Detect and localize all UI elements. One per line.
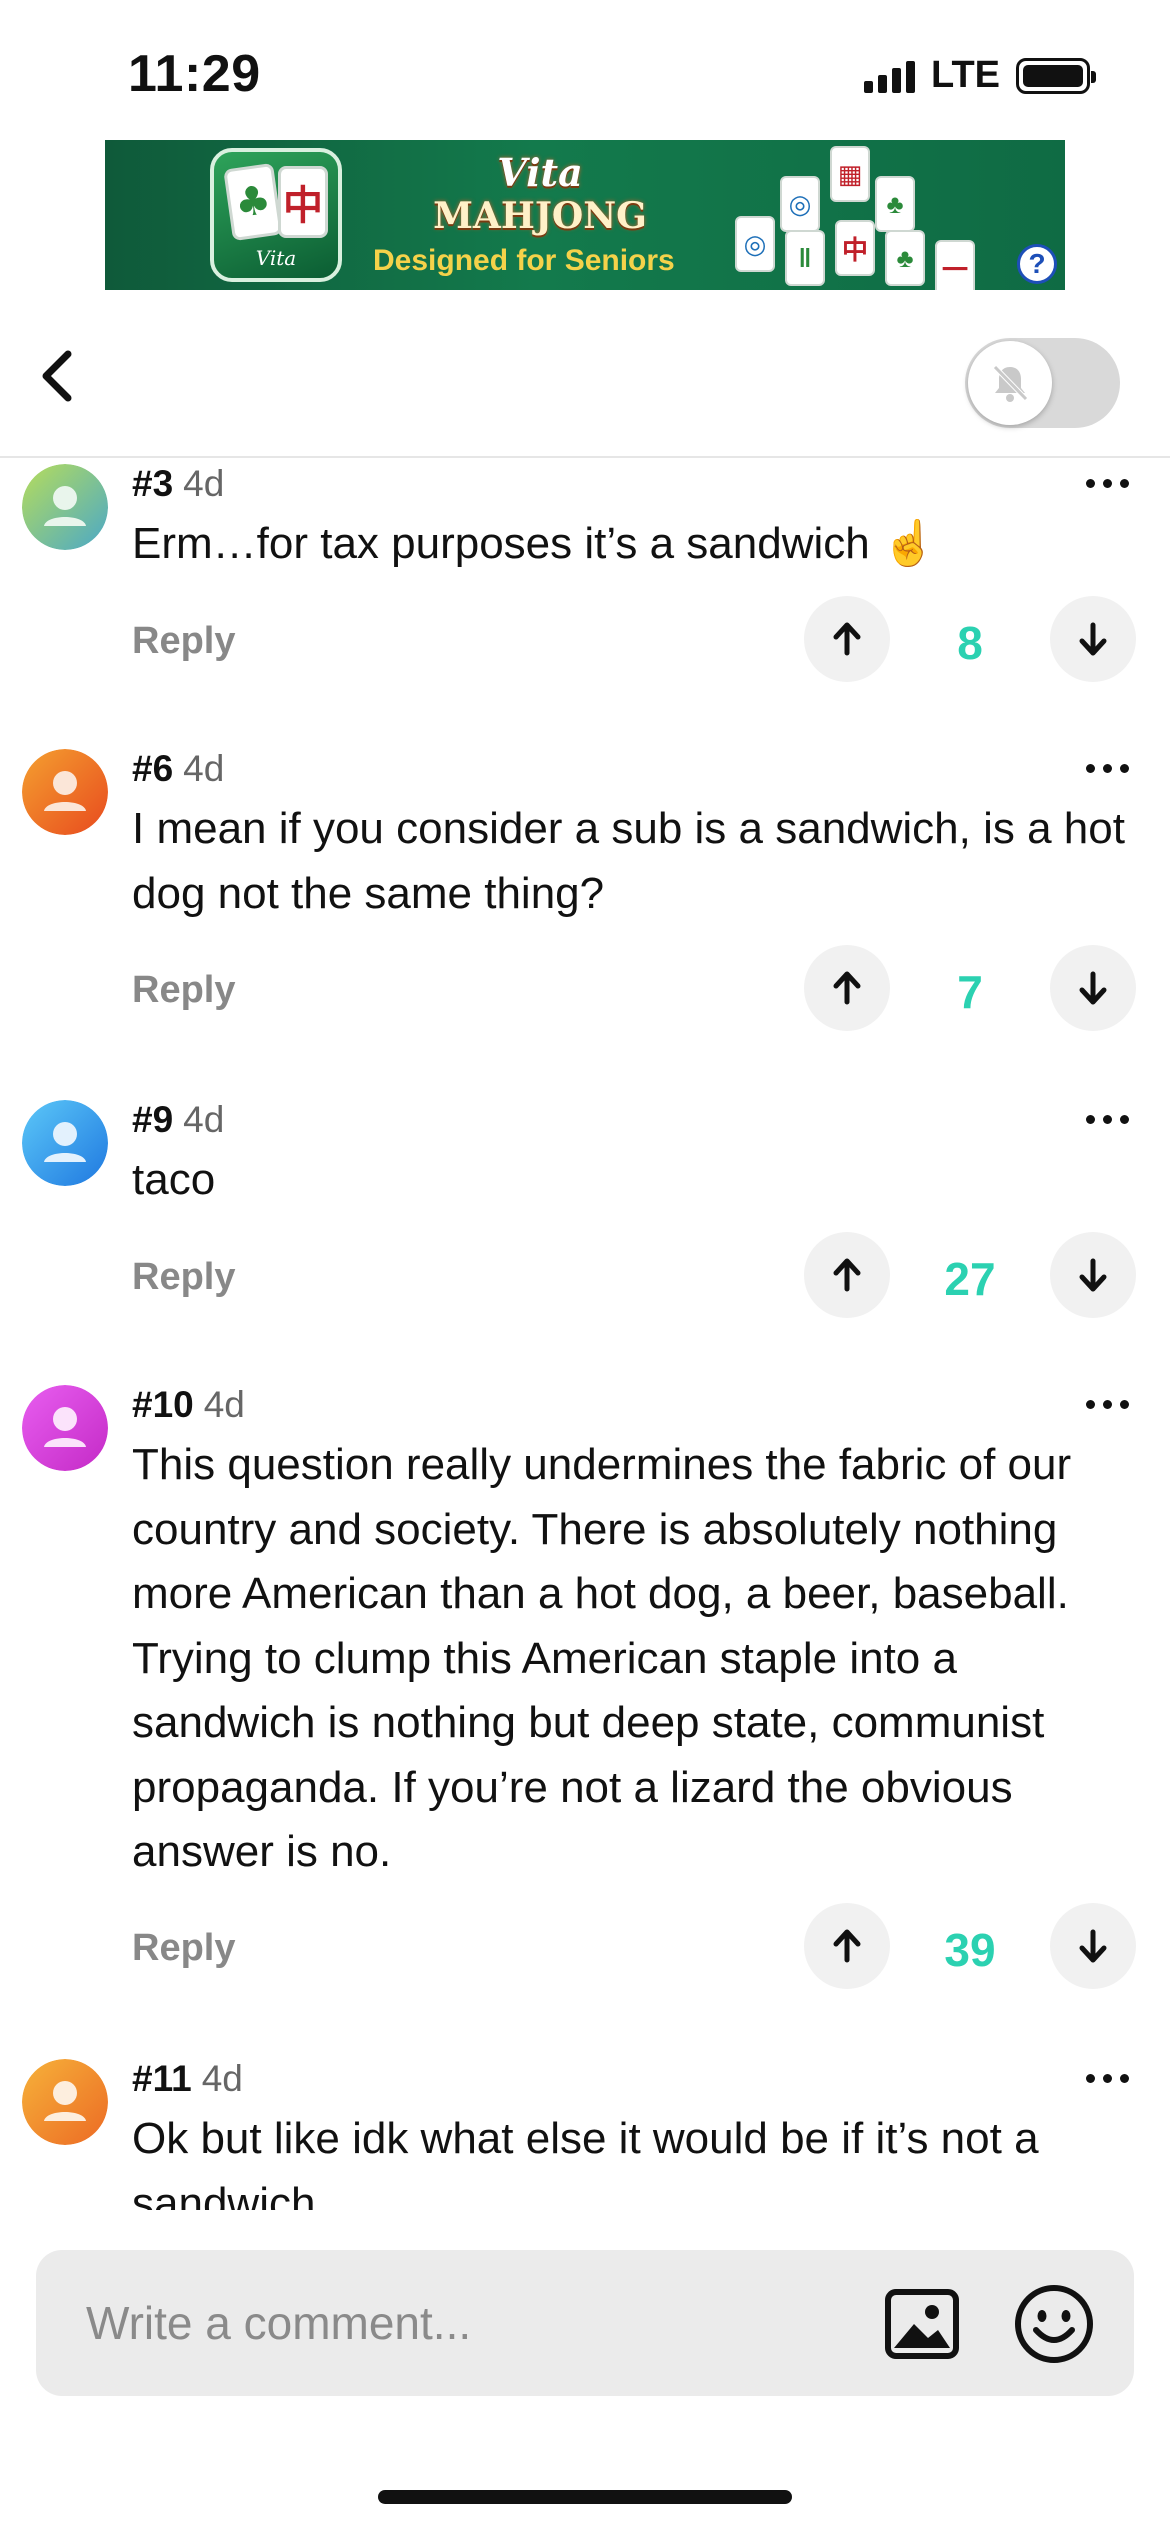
comment-age: 4d — [183, 1099, 225, 1140]
top-nav — [0, 290, 1170, 458]
ad-title-line1: Vita — [497, 150, 583, 195]
avatar[interactable] — [22, 1385, 108, 1471]
more-options-icon[interactable] — [1086, 468, 1136, 498]
vote-count: 7 — [957, 966, 983, 1018]
comment-age: 4d — [183, 748, 225, 789]
more-options-icon[interactable] — [1086, 2063, 1136, 2093]
avatar[interactable] — [22, 1100, 108, 1186]
reply-button[interactable]: Reply — [132, 1256, 235, 1299]
comment-text: taco — [132, 1155, 216, 1204]
comment-text: Ok but like idk what else it would be if… — [132, 2114, 1039, 2210]
avatar[interactable] — [22, 749, 108, 835]
comment-text: This question really undermines the fabr… — [132, 1440, 1072, 1876]
tile-icon: ♣ — [875, 176, 915, 232]
ad-subtitle: Designed for Seniors — [373, 244, 675, 277]
reply-button[interactable]: Reply — [132, 620, 235, 663]
avatar[interactable] — [22, 2059, 108, 2145]
downvote-icon[interactable] — [1050, 945, 1136, 1031]
chevron-left-icon[interactable] — [30, 346, 90, 406]
tile-icon: ◎ — [780, 176, 820, 232]
comment-composer — [0, 2210, 1170, 2532]
status-time: 11:29 — [128, 45, 261, 103]
comment-input[interactable] — [86, 2290, 866, 2356]
reply-button[interactable]: Reply — [132, 969, 235, 1012]
downvote-icon[interactable] — [1050, 1232, 1136, 1318]
comment-number: #6 — [132, 748, 174, 789]
home-indicator[interactable] — [378, 2490, 792, 2504]
comment-item: #11 4d Ok but like idk what else it would… — [0, 2053, 1170, 2210]
status-icons: LTE — [864, 54, 1096, 97]
notification-toggle[interactable] — [965, 338, 1120, 428]
comment-meta: #6 4d — [132, 747, 224, 791]
comment-list[interactable]: #3 4d Erm…for tax purposes it’s a sandwic… — [0, 458, 1170, 2210]
mahjong-tile-icon: 中 — [278, 166, 328, 238]
ad-help-icon[interactable]: ? — [1017, 244, 1057, 284]
network-label: LTE — [931, 54, 1000, 96]
tile-icon: 一 — [935, 240, 975, 290]
comment-item: #10 4d This question really undermines th… — [0, 1379, 1170, 2019]
vote-count: 27 — [944, 1253, 996, 1305]
mahjong-tiles-graphic: ▦ ◎ ♣ ◎ ‖ 中 ♣ 一 — [725, 140, 995, 290]
downvote-icon[interactable] — [1050, 596, 1136, 682]
battery-icon — [1016, 57, 1096, 94]
comment-number: #3 — [132, 463, 174, 504]
comment-item: #6 4d I mean if you consider a sub is a s… — [0, 743, 1170, 1063]
tile-icon: ♣ — [885, 230, 925, 286]
vote-count: 8 — [957, 617, 983, 669]
comment-item: #3 4d Erm…for tax purposes it’s a sandwic… — [0, 458, 1170, 718]
status-bar: 11:29 LTE — [0, 0, 1170, 140]
comment-age: 4d — [183, 463, 225, 504]
upvote-icon[interactable] — [804, 1903, 890, 1989]
comment-age: 4d — [201, 2058, 243, 2099]
comment-meta: #11 4d — [132, 2057, 243, 2101]
bell-slash-icon — [968, 341, 1052, 425]
smiley-icon[interactable] — [1012, 2282, 1096, 2366]
ad-title-line2: MAHJONG — [433, 195, 647, 237]
comment-number: #11 — [132, 2058, 192, 2099]
upvote-icon[interactable] — [804, 1232, 890, 1318]
downvote-icon[interactable] — [1050, 1903, 1136, 1989]
mahjong-tile-icon: ♣ — [223, 162, 283, 242]
comment-text: I mean if you consider a sub is a sandwi… — [132, 804, 1125, 918]
comment-meta: #10 4d — [132, 1383, 245, 1427]
comment-number: #9 — [132, 1099, 174, 1140]
tile-icon: 中 — [835, 220, 875, 276]
more-options-icon[interactable] — [1086, 753, 1136, 783]
image-icon[interactable] — [882, 2284, 962, 2364]
comment-text: Erm…for tax purposes it’s a sandwich ☝️ — [132, 519, 937, 568]
comment-number: #10 — [132, 1384, 194, 1425]
comment-item: #9 4d taco Reply 27 — [0, 1094, 1170, 1354]
upvote-icon[interactable] — [804, 596, 890, 682]
tile-icon: ◎ — [735, 216, 775, 272]
upvote-icon[interactable] — [804, 945, 890, 1031]
comment-meta: #9 4d — [132, 1098, 224, 1142]
tile-icon: ‖ — [785, 230, 825, 286]
vote-count: 39 — [944, 1924, 996, 1976]
comment-meta: #3 4d — [132, 462, 224, 506]
ad-banner[interactable]: ♣ 中 Vita Vita MAHJONG Designed for Senio… — [105, 140, 1065, 290]
ad-title: Vita MAHJONG — [425, 150, 655, 237]
avatar[interactable] — [22, 464, 108, 550]
ad-app-icon: ♣ 中 Vita — [210, 148, 342, 282]
ad-brand: Vita — [255, 246, 297, 270]
more-options-icon[interactable] — [1086, 1104, 1136, 1134]
reply-button[interactable]: Reply — [132, 1927, 235, 1970]
comment-age: 4d — [203, 1384, 245, 1425]
tile-icon: ▦ — [830, 146, 870, 202]
more-options-icon[interactable] — [1086, 1389, 1136, 1419]
composer-box — [36, 2250, 1134, 2396]
signal-icon — [864, 59, 916, 93]
